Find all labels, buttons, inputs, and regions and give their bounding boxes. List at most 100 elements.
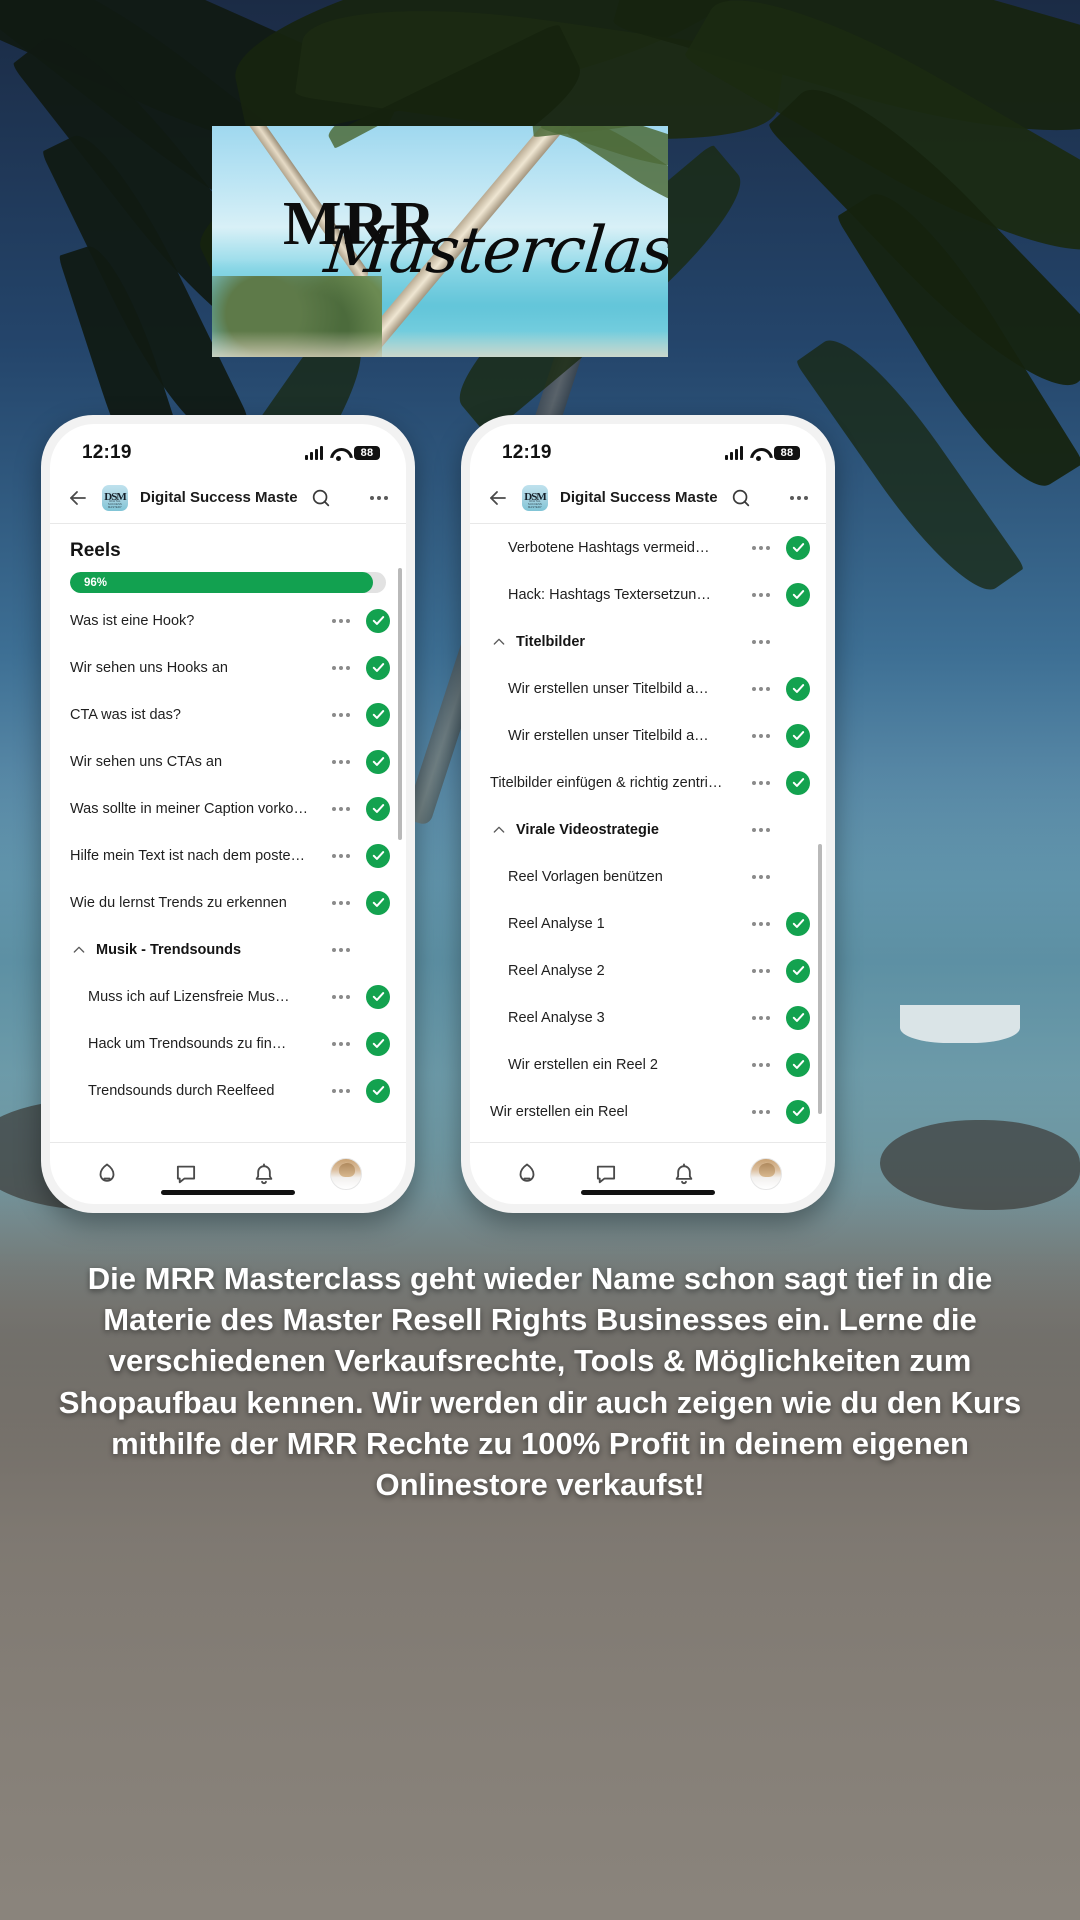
row-more-icon[interactable] bbox=[748, 733, 774, 738]
lesson-row[interactable]: Was ist eine Hook? bbox=[50, 597, 406, 644]
battery-indicator: 88 bbox=[354, 446, 380, 460]
lesson-row[interactable]: Titelbilder einfügen & richtig zentri… bbox=[470, 759, 826, 806]
lesson-row[interactable]: Hilfe mein Text ist nach dem poste… bbox=[50, 832, 406, 879]
lesson-row[interactable]: Reel Analyse 2 bbox=[470, 947, 826, 994]
lesson-row[interactable]: Wir erstellen ein Reel 2 bbox=[470, 1041, 826, 1088]
back-arrow-icon[interactable] bbox=[486, 486, 510, 510]
lesson-row[interactable]: Wir sehen uns CTAs an bbox=[50, 738, 406, 785]
search-icon[interactable] bbox=[730, 487, 752, 509]
row-more-icon[interactable] bbox=[328, 947, 354, 952]
lesson-label: Was sollte in meiner Caption vorko… bbox=[70, 800, 308, 817]
row-more-icon[interactable] bbox=[370, 495, 388, 500]
lesson-row[interactable]: Reel Vorlagen benützen bbox=[470, 853, 826, 900]
row-more-icon[interactable] bbox=[748, 1062, 774, 1067]
home-indicator bbox=[161, 1190, 295, 1195]
row-more-icon[interactable] bbox=[748, 780, 774, 785]
lesson-label: Wir erstellen ein Reel bbox=[490, 1103, 628, 1120]
wifi-icon bbox=[330, 447, 347, 461]
row-more-icon[interactable] bbox=[328, 853, 354, 858]
lesson-row[interactable]: CTA was ist das? bbox=[50, 691, 406, 738]
row-more-icon[interactable] bbox=[748, 1109, 774, 1114]
lesson-label: Wir sehen uns CTAs an bbox=[70, 753, 223, 770]
lesson-list[interactable]: Verbotene Hashtags vermeid… Hack: Hashtag… bbox=[470, 524, 826, 1142]
row-more-icon[interactable] bbox=[328, 712, 354, 717]
status-bar: 12:19 88 bbox=[50, 424, 406, 472]
completed-check-icon bbox=[366, 608, 390, 633]
chevron-up-icon[interactable] bbox=[486, 634, 512, 650]
completed-check-icon bbox=[366, 1031, 390, 1056]
lesson-row[interactable]: Hack: Hashtags Textersetzun… bbox=[470, 571, 826, 618]
lesson-row[interactable]: Reel Analyse 1 bbox=[470, 900, 826, 947]
row-more-icon[interactable] bbox=[748, 827, 774, 832]
profile-avatar[interactable] bbox=[749, 1157, 782, 1190]
home-icon[interactable] bbox=[94, 1161, 120, 1187]
battery-indicator: 88 bbox=[774, 446, 800, 460]
row-more-icon[interactable] bbox=[748, 968, 774, 973]
lesson-section-row[interactable]: Musik - Trendsounds bbox=[50, 926, 406, 973]
back-arrow-icon[interactable] bbox=[66, 486, 90, 510]
row-more-icon[interactable] bbox=[748, 1015, 774, 1020]
lesson-list[interactable]: Reels 96% Was ist eine Hook? Wir sehen uns … bbox=[50, 524, 406, 1142]
lesson-row[interactable]: Wir erstellen ein Reel bbox=[470, 1088, 826, 1135]
lesson-label: CTA was ist das? bbox=[70, 706, 181, 723]
row-more-icon[interactable] bbox=[748, 921, 774, 926]
row-more-icon[interactable] bbox=[328, 618, 354, 623]
completed-check-icon bbox=[366, 702, 390, 727]
lesson-label: Wir erstellen ein Reel 2 bbox=[508, 1056, 658, 1073]
row-more-icon[interactable] bbox=[328, 1088, 354, 1093]
row-more-icon[interactable] bbox=[748, 686, 774, 691]
completed-check-icon bbox=[366, 1078, 390, 1103]
lesson-row[interactable]: Wir sehen uns Hooks an bbox=[50, 644, 406, 691]
profile-avatar[interactable] bbox=[329, 1157, 362, 1190]
home-indicator bbox=[581, 1190, 715, 1195]
lesson-label: Hack: Hashtags Textersetzun… bbox=[508, 586, 711, 603]
phone-screen: 12:19 88 DSM DIGITAL SUCCESS MASTERY Digital… bbox=[470, 424, 826, 1204]
completed-check-icon bbox=[786, 1099, 810, 1124]
page-title: Digital Success Mastery bbox=[560, 489, 718, 506]
lesson-row[interactable]: Verbotene Hashtags vermeid… bbox=[470, 524, 826, 571]
row-more-icon[interactable] bbox=[328, 759, 354, 764]
lesson-row[interactable]: Reel Analyse 3 bbox=[470, 994, 826, 1041]
lesson-section-row[interactable]: Virale Videostrategie bbox=[470, 806, 826, 853]
row-more-icon[interactable] bbox=[328, 900, 354, 905]
lesson-row[interactable]: Wie du lernst Trends zu erkennen bbox=[50, 879, 406, 926]
row-more-icon[interactable] bbox=[748, 545, 774, 550]
row-more-icon[interactable] bbox=[748, 874, 774, 879]
completed-check-icon bbox=[366, 749, 390, 774]
lesson-section-row[interactable]: Titelbilder bbox=[470, 618, 826, 665]
row-more-icon[interactable] bbox=[790, 495, 808, 500]
completed-check-icon bbox=[786, 911, 810, 936]
search-icon[interactable] bbox=[310, 487, 332, 509]
row-more-icon[interactable] bbox=[748, 592, 774, 597]
scrollbar[interactable] bbox=[398, 568, 402, 840]
lesson-row[interactable]: Muss ich auf Lizensfreie Mus… bbox=[50, 973, 406, 1020]
completed-check-icon bbox=[786, 1052, 810, 1077]
lesson-row[interactable]: Wir erstellen unser Titelbild a… bbox=[470, 665, 826, 712]
row-more-icon[interactable] bbox=[328, 1041, 354, 1046]
completed-check-icon bbox=[786, 770, 810, 795]
lesson-row[interactable]: Hack um Trendsounds zu fin… bbox=[50, 1020, 406, 1067]
row-more-icon[interactable] bbox=[748, 639, 774, 644]
completed-check-icon bbox=[786, 535, 810, 560]
logo-banner: MRR Masterclass bbox=[212, 126, 668, 357]
lesson-label: Wie du lernst Trends zu erkennen bbox=[70, 894, 287, 911]
lesson-row[interactable]: Wir erstellen unser Titelbild a… bbox=[470, 712, 826, 759]
row-more-icon[interactable] bbox=[328, 994, 354, 999]
bell-icon[interactable] bbox=[251, 1161, 277, 1187]
status-time: 12:19 bbox=[82, 442, 132, 463]
chat-bubble-icon[interactable] bbox=[173, 1161, 199, 1187]
completed-check-icon bbox=[366, 984, 390, 1009]
lesson-row[interactable]: Trendsounds durch Reelfeed bbox=[50, 1067, 406, 1114]
course-avatar: DSM DIGITAL SUCCESS MASTERY bbox=[102, 484, 128, 511]
lesson-row[interactable]: Was sollte in meiner Caption vorko… bbox=[50, 785, 406, 832]
beach-boat bbox=[900, 1005, 1020, 1043]
chevron-up-icon[interactable] bbox=[486, 822, 512, 838]
home-icon[interactable] bbox=[514, 1161, 540, 1187]
chevron-up-icon[interactable] bbox=[66, 942, 92, 958]
bell-icon[interactable] bbox=[671, 1161, 697, 1187]
scrollbar[interactable] bbox=[818, 844, 822, 1114]
row-more-icon[interactable] bbox=[328, 806, 354, 811]
row-more-icon[interactable] bbox=[328, 665, 354, 670]
lesson-section-label: Musik - Trendsounds bbox=[96, 941, 242, 958]
chat-bubble-icon[interactable] bbox=[593, 1161, 619, 1187]
